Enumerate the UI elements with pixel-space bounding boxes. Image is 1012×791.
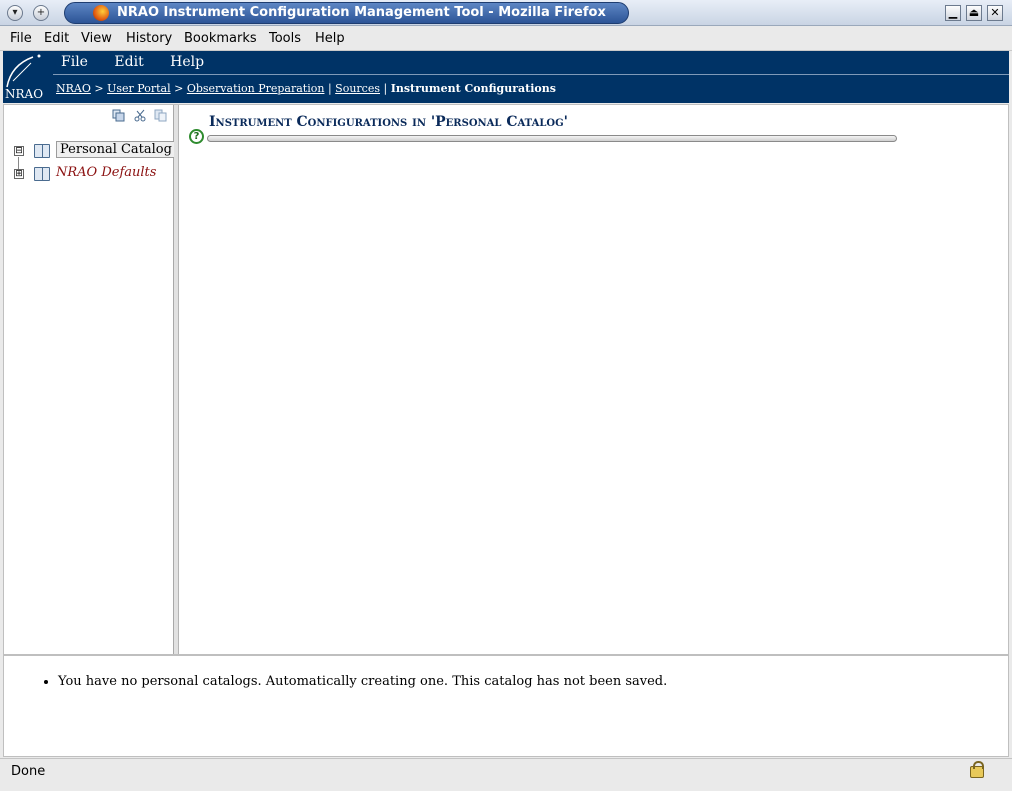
app-menu-help[interactable]: Help [170,54,204,70]
window-menu-button[interactable]: ▾ [7,5,23,21]
configurations-pane: Instrument Configurations in 'Personal C… [179,105,1008,654]
loading-bar [207,135,897,142]
breadcrumb-current: Instrument Configurations [390,82,556,95]
firefox-icon [93,5,109,21]
tree-item-nrao-defaults[interactable]: ⊞ NRAO Defaults [12,165,172,185]
message-list: You have no personal catalogs. Automatic… [4,674,1008,689]
copy-icon[interactable] [112,109,125,122]
breadcrumb-user-portal[interactable]: User Portal [107,82,171,95]
content-area: ⊟ Personal Catalog ⊞ NRAO Defaults Instr… [3,104,1009,655]
breadcrumb-separator: > [174,82,184,95]
menu-help[interactable]: Help [315,31,345,46]
minimize-button[interactable]: ▁ [945,5,961,21]
page-title: Instrument Configurations in 'Personal C… [209,114,568,130]
menu-history[interactable]: History [126,31,172,46]
catalog-book-icon [34,167,50,181]
browser-menu-bar: File Edit View History Bookmarks Tools H… [0,26,1012,51]
breadcrumb-observation-preparation[interactable]: Observation Preparation [187,82,325,95]
window-title-bar: ▾ + NRAO Instrument Configuration Manage… [0,0,1012,26]
logo-text: NRAO [5,87,44,101]
expand-icon[interactable]: ⊞ [14,169,24,179]
tree-item-personal-catalog[interactable]: ⊟ Personal Catalog [12,141,176,162]
menu-file[interactable]: File [10,31,32,46]
help-icon[interactable]: ? [189,129,204,144]
cut-icon[interactable] [134,109,147,122]
close-button[interactable]: ✕ [987,5,1003,21]
catalog-book-icon [34,144,50,158]
status-bar: Done [0,758,1012,791]
menu-edit[interactable]: Edit [44,31,69,46]
collapse-icon[interactable]: ⊟ [14,146,24,156]
breadcrumb-separator: | [327,82,332,95]
app-menu-file[interactable]: File [61,54,88,70]
nrao-logo-icon [6,54,41,88]
tree-item-label[interactable]: NRAO Defaults [56,165,156,180]
menu-tools[interactable]: Tools [269,31,301,46]
menu-view[interactable]: View [81,31,112,46]
tree-item-label[interactable]: Personal Catalog [56,141,176,158]
breadcrumb-separator: | [383,82,388,95]
breadcrumb-nrao[interactable]: NRAO [56,82,91,95]
catalog-tree-pane: ⊟ Personal Catalog ⊞ NRAO Defaults [4,105,176,654]
maximize-button[interactable]: ⏏ [966,5,982,21]
breadcrumb-separator: > [94,82,104,95]
window-title: NRAO Instrument Configuration Management… [64,2,629,24]
header-divider [53,74,1009,75]
app-menu: File Edit Help [61,54,226,70]
menu-bookmarks[interactable]: Bookmarks [184,31,257,46]
status-text: Done [11,764,46,779]
message-area: You have no personal catalogs. Automatic… [3,655,1009,757]
window-pin-button[interactable]: + [33,5,49,21]
breadcrumb: NRAO > User Portal > Observation Prepara… [56,82,556,95]
lock-icon[interactable] [970,761,984,778]
nrao-logo: NRAO [3,51,49,103]
message-item: You have no personal catalogs. Automatic… [58,674,1008,689]
breadcrumb-sources[interactable]: Sources [335,82,380,95]
paste-icon[interactable] [154,109,167,122]
app-header: NRAO File Edit Help NRAO > User Portal >… [3,51,1009,103]
window-title-text: NRAO Instrument Configuration Management… [117,5,606,20]
app-menu-edit[interactable]: Edit [114,54,143,70]
